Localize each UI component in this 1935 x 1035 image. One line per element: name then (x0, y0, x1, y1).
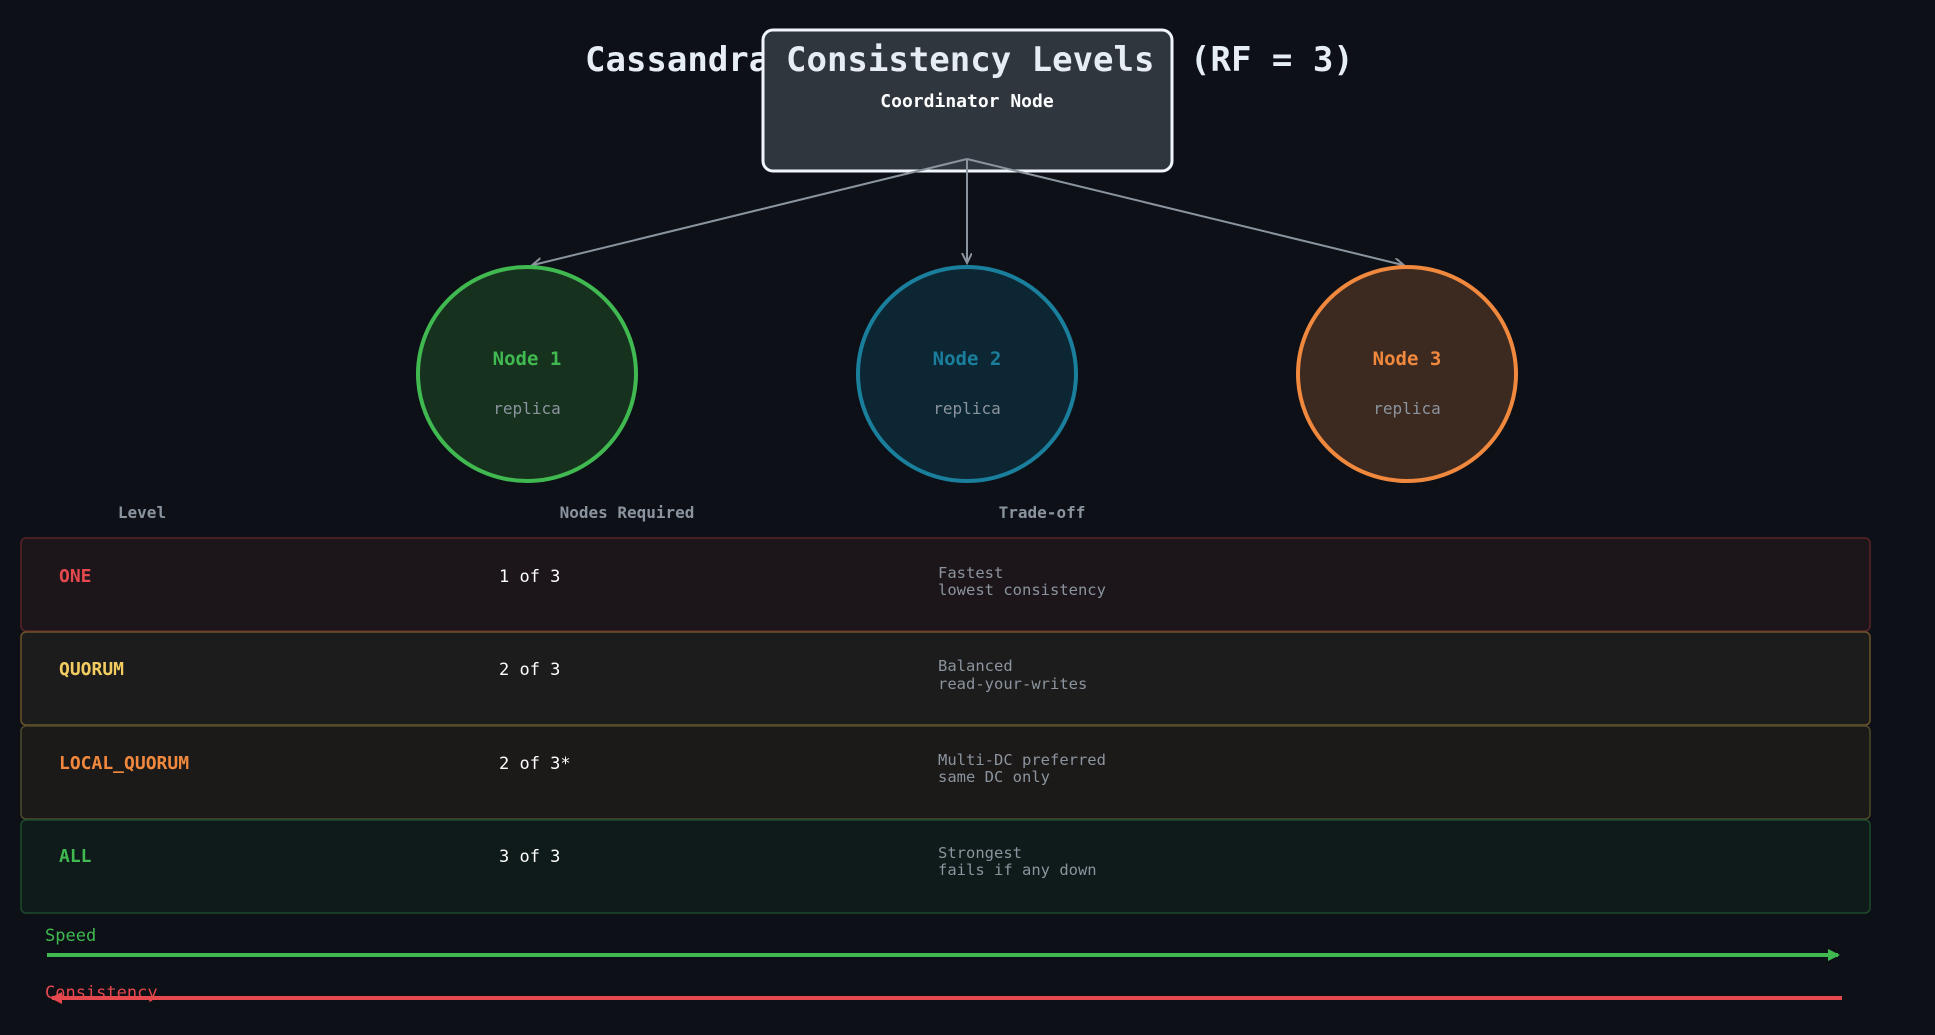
diagram-title-left: Cassandra (585, 40, 769, 80)
replica-node-2: Node 2 replica (856, 265, 1078, 483)
row-one-nodes: 1 of 3 (499, 567, 560, 587)
row-one-level: ONE (59, 566, 92, 587)
node-1-role: replica (493, 399, 560, 418)
row-quorum-tradeoff-line1: Balanced (938, 657, 1013, 675)
arrow-to-node-3 (966, 158, 1403, 265)
row-local-quorum-nodes: 2 of 3* (499, 754, 571, 774)
node-3-role: replica (1373, 399, 1440, 418)
row-one-tradeoff-line1: Fastest (938, 564, 1003, 582)
consistency-row-local-quorum: LOCAL_QUORUM 2 of 3* Multi-DC preferred … (20, 725, 1871, 820)
node-2-role: replica (933, 399, 1000, 418)
consistency-diagram: Cassandra Consistency Levels Coordinator… (20, 28, 1871, 1004)
node-3-name: Node 3 (1373, 348, 1442, 370)
consistency-row-quorum: QUORUM 2 of 3 Balanced read-your-writes (20, 631, 1871, 726)
row-all-nodes: 3 of 3 (499, 847, 560, 867)
diagram-title-suffix: (RF = 3) (1190, 40, 1354, 80)
consistency-scale-label: Consistency (45, 983, 158, 1003)
replica-node-1: Node 1 replica (416, 265, 638, 483)
row-local-quorum-level: LOCAL_QUORUM (59, 753, 189, 774)
row-all-tradeoff-line2: fails if any down (938, 861, 1097, 879)
consistency-row-one: ONE 1 of 3 Fastest lowest consistency (20, 537, 1871, 632)
replica-node-3: Node 3 replica (1296, 265, 1518, 483)
node-3-circle (1296, 265, 1518, 483)
row-all-tradeoff-line1: Strongest (938, 844, 1022, 862)
consistency-row-all: ALL 3 of 3 Strongest fails if any down (20, 819, 1871, 914)
column-header-level: Level (118, 503, 166, 522)
row-quorum-nodes: 2 of 3 (499, 660, 560, 680)
row-quorum-level: QUORUM (59, 659, 124, 680)
row-quorum-tradeoff-line2: read-your-writes (938, 675, 1087, 693)
row-local-quorum-tradeoff-line1: Multi-DC preferred (938, 751, 1106, 769)
diagram-title-overlay: Consistency Levels (786, 40, 1154, 80)
column-header-nodes-required: Nodes Required (560, 503, 695, 522)
row-local-quorum-tradeoff-line2: same DC only (938, 768, 1050, 786)
column-header-tradeoff: Trade-off (999, 503, 1086, 522)
row-one-tradeoff-line2: lowest consistency (938, 581, 1106, 599)
arrow-to-node-1 (533, 158, 968, 265)
coordinator-node-label: Coordinator Node (880, 91, 1054, 112)
node-2-circle (856, 265, 1078, 483)
node-1-circle (416, 265, 638, 483)
speed-scale-label: Speed (45, 926, 96, 946)
node-1-name: Node 1 (493, 348, 562, 370)
row-all-level: ALL (59, 846, 92, 867)
node-2-name: Node 2 (933, 348, 1002, 370)
